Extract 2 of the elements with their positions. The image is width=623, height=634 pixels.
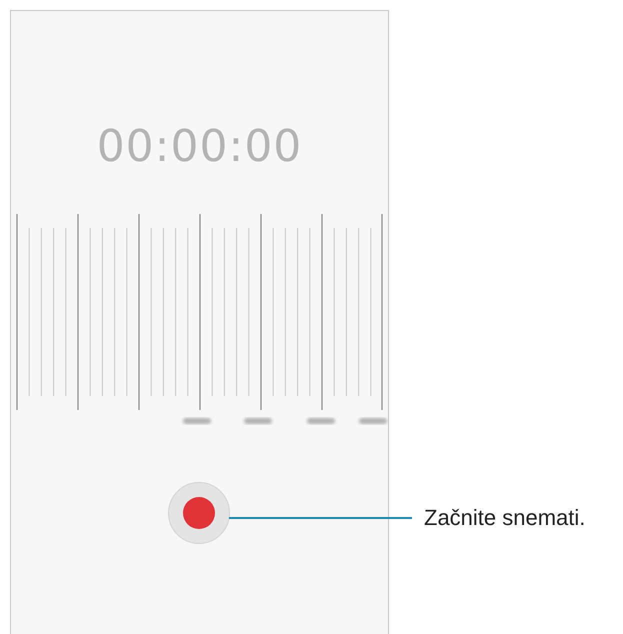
timer-text: 00:00:00 xyxy=(96,121,302,172)
callout-text: Začnite snemati. xyxy=(424,505,586,531)
